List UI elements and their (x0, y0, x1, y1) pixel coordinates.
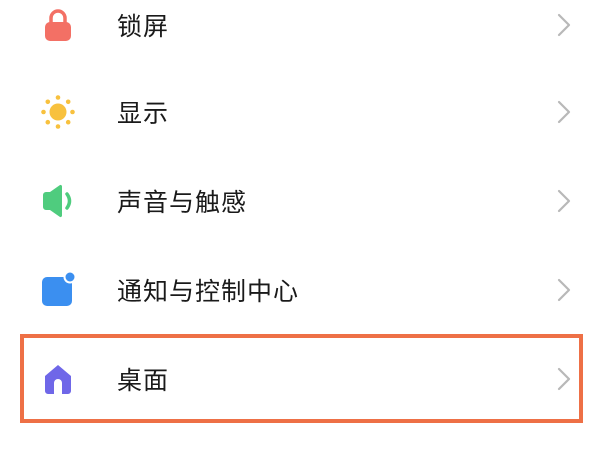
chevron-right-icon (554, 99, 574, 125)
settings-item-label: 声音与触感 (117, 188, 248, 217)
home-icon (40, 361, 76, 397)
settings-item-sound-haptics[interactable]: 声音与触感 (0, 157, 600, 245)
chevron-right-icon (554, 366, 574, 392)
settings-item-label: 桌面 (117, 366, 170, 395)
settings-item-display[interactable]: 显示 (0, 68, 600, 156)
chevron-right-icon (554, 277, 574, 303)
sun-icon (40, 94, 76, 130)
settings-item-label: 通知与控制中心 (117, 277, 300, 306)
notification-icon (40, 272, 76, 308)
chevron-right-icon (554, 188, 574, 214)
speaker-icon (40, 183, 76, 219)
chevron-right-icon (554, 12, 574, 38)
settings-item-notifications-control-center[interactable]: 通知与控制中心 (0, 246, 600, 334)
settings-item-home-screen[interactable]: 桌面 (0, 335, 600, 423)
settings-item-lock-screen[interactable]: 锁屏 (0, 0, 600, 69)
settings-screen: 锁屏 显示 声音与触感 通知与控制中心 桌面 (0, 0, 600, 450)
settings-item-label: 锁屏 (117, 12, 170, 41)
settings-item-label: 显示 (117, 99, 170, 128)
lock-icon (40, 7, 76, 43)
